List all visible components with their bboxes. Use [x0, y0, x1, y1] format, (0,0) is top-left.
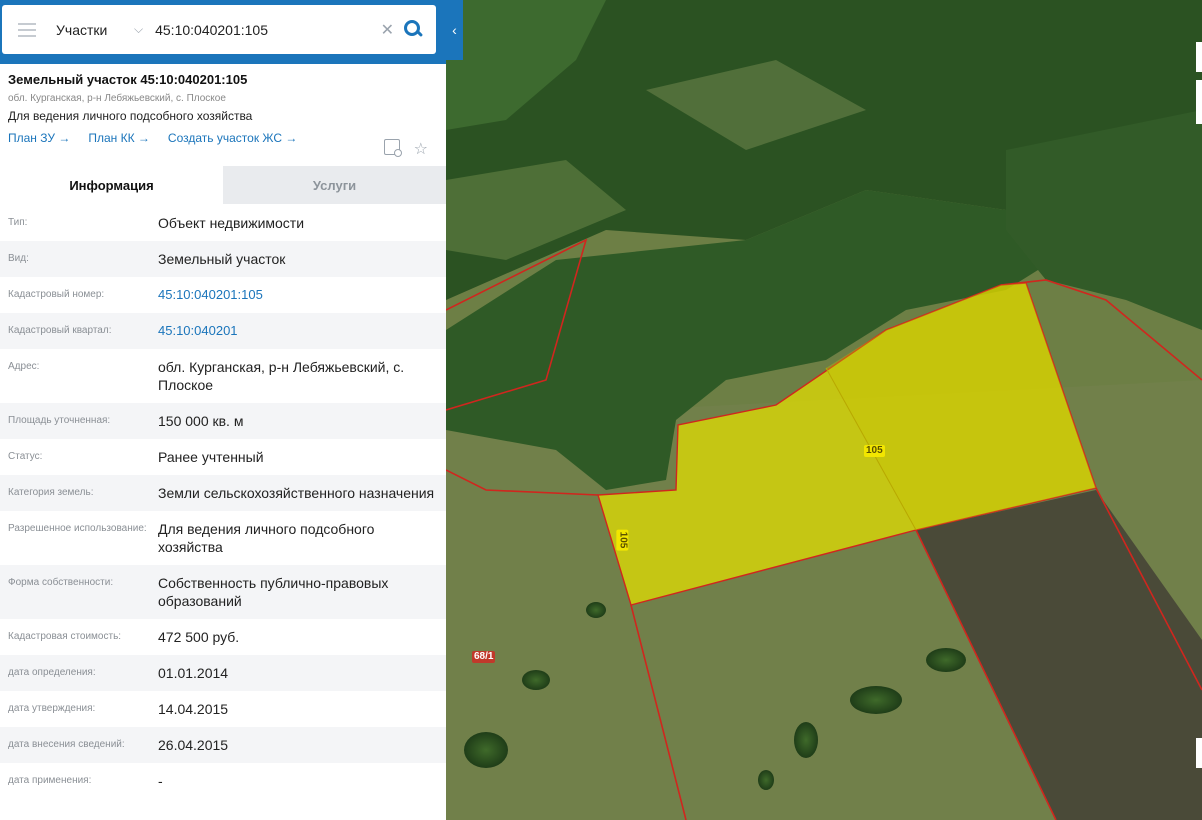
info-key: Тип:: [8, 217, 28, 228]
info-list: Тип: Объект недвижимости Вид: Земельный уча…: [0, 205, 446, 799]
map-tool-tab[interactable]: [1196, 42, 1202, 72]
tab-services[interactable]: Услуги: [223, 166, 446, 204]
document-search-icon[interactable]: [383, 139, 402, 157]
create-parcel-link[interactable]: Создать участок ЖС →: [168, 131, 297, 145]
info-row: Вид: Земельный участок: [0, 241, 446, 277]
info-panel: Участки ⌵ ✕ Земельный участок 45:10:0402…: [0, 0, 446, 820]
info-value: 14.04.2015: [158, 701, 229, 717]
info-row: Статус: Ранее учтенный: [0, 439, 446, 475]
search-header: Участки ⌵ ✕: [0, 0, 446, 64]
info-key: дата применения:: [8, 775, 92, 786]
search-icon[interactable]: [402, 19, 424, 41]
info-row: Разрешенное использование: Для ведения ли…: [0, 511, 446, 565]
search-type-select[interactable]: Участки: [56, 22, 134, 38]
info-value: -: [158, 773, 163, 789]
info-value: Земельный участок: [158, 251, 286, 267]
chevron-down-icon[interactable]: ⌵: [134, 22, 143, 37]
parcel-header: Земельный участок 45:10:040201:105 обл. …: [0, 64, 446, 145]
info-value: 150 000 кв. м: [158, 413, 244, 429]
info-row: Форма собственности: Собственность публич…: [0, 565, 446, 619]
parcel-label-neighbor[interactable]: 68/1: [472, 651, 496, 663]
info-key: дата утверждения:: [8, 703, 96, 714]
star-icon[interactable]: ☆: [414, 139, 428, 159]
info-value: 01.01.2014: [158, 665, 229, 681]
info-row: Площадь уточненная: 150 000 кв. м: [0, 403, 446, 439]
info-value: Земли сельскохозяйственного назначения: [158, 485, 435, 501]
header-actions: ☆: [383, 139, 428, 159]
info-row: Кадастровая стоимость: 472 500 руб.: [0, 619, 446, 655]
parcel-label-side[interactable]: 105: [616, 529, 629, 551]
parcel-address: обл. Курганская, р-н Лебяжьевский, с. Пл…: [8, 93, 226, 104]
info-key: Площадь уточненная:: [8, 415, 111, 426]
info-row: дата внесения сведений: 26.04.2015: [0, 727, 446, 763]
info-row: Категория земель: Земли сельскохозяйствен…: [0, 475, 446, 511]
info-value: 472 500 руб.: [158, 629, 240, 645]
tab-bar: Информация Услуги: [0, 166, 446, 204]
plan-zu-link[interactable]: План ЗУ →: [8, 131, 70, 145]
info-key: Категория земель:: [8, 487, 94, 498]
chevron-left-icon: ‹: [452, 22, 457, 38]
info-key: Статус:: [8, 451, 43, 462]
info-value: Собственность публично-правовых образова…: [158, 575, 389, 609]
map-view[interactable]: [446, 0, 1202, 820]
info-key: дата внесения сведений:: [8, 739, 125, 750]
info-row: дата применения: -: [0, 763, 446, 799]
search-bar: Участки ⌵ ✕: [2, 5, 436, 54]
info-value-link[interactable]: 45:10:040201:105: [158, 286, 438, 304]
parcel-purpose: Для ведения личного подсобного хозяйства: [8, 109, 253, 123]
info-key: Адрес:: [8, 361, 40, 372]
info-row: Тип: Объект недвижимости: [0, 205, 446, 241]
info-row: дата утверждения: 14.04.2015: [0, 691, 446, 727]
parcel-label-main[interactable]: 105: [864, 445, 885, 457]
info-row: Адрес: обл. Курганская, р-н Лебяжьевский,…: [0, 349, 446, 403]
info-value: Для ведения личного подсобного хозяйства: [158, 521, 375, 555]
info-value: Объект недвижимости: [158, 215, 305, 231]
satellite-map[interactable]: [446, 0, 1202, 820]
info-key: Кадастровый номер:: [8, 289, 105, 300]
info-row: дата определения: 01.01.2014: [0, 655, 446, 691]
plan-kk-link[interactable]: План КК →: [88, 131, 150, 145]
info-key: Вид:: [8, 253, 29, 264]
tab-information[interactable]: Информация: [0, 166, 223, 204]
map-tool-tab[interactable]: [1196, 738, 1202, 768]
info-value: обл. Курганская, р-н Лебяжьевский, с. Пл…: [158, 359, 405, 393]
menu-icon[interactable]: [18, 22, 36, 37]
info-key: Форма собственности:: [8, 577, 114, 588]
search-input[interactable]: [153, 20, 358, 39]
info-value: Ранее учтенный: [158, 449, 264, 465]
info-key: Кадастровый квартал:: [8, 325, 112, 336]
info-row: Кадастровый номер: 45:10:040201:105: [0, 277, 446, 313]
collapse-panel-button[interactable]: ‹: [446, 0, 463, 60]
header-links: План ЗУ → План КК → Создать участок ЖС →: [8, 131, 438, 145]
info-value: 26.04.2015: [158, 737, 229, 753]
close-icon[interactable]: ✕: [381, 20, 394, 40]
info-key: дата определения:: [8, 667, 96, 678]
map-tool-tab[interactable]: [1196, 80, 1202, 124]
info-key: Разрешенное использование:: [8, 523, 147, 534]
info-value-link[interactable]: 45:10:040201: [158, 322, 438, 340]
info-row: Кадастровый квартал: 45:10:040201: [0, 313, 446, 349]
page-title: Земельный участок 45:10:040201:105: [8, 72, 248, 87]
info-key: Кадастровая стоимость:: [8, 631, 122, 642]
